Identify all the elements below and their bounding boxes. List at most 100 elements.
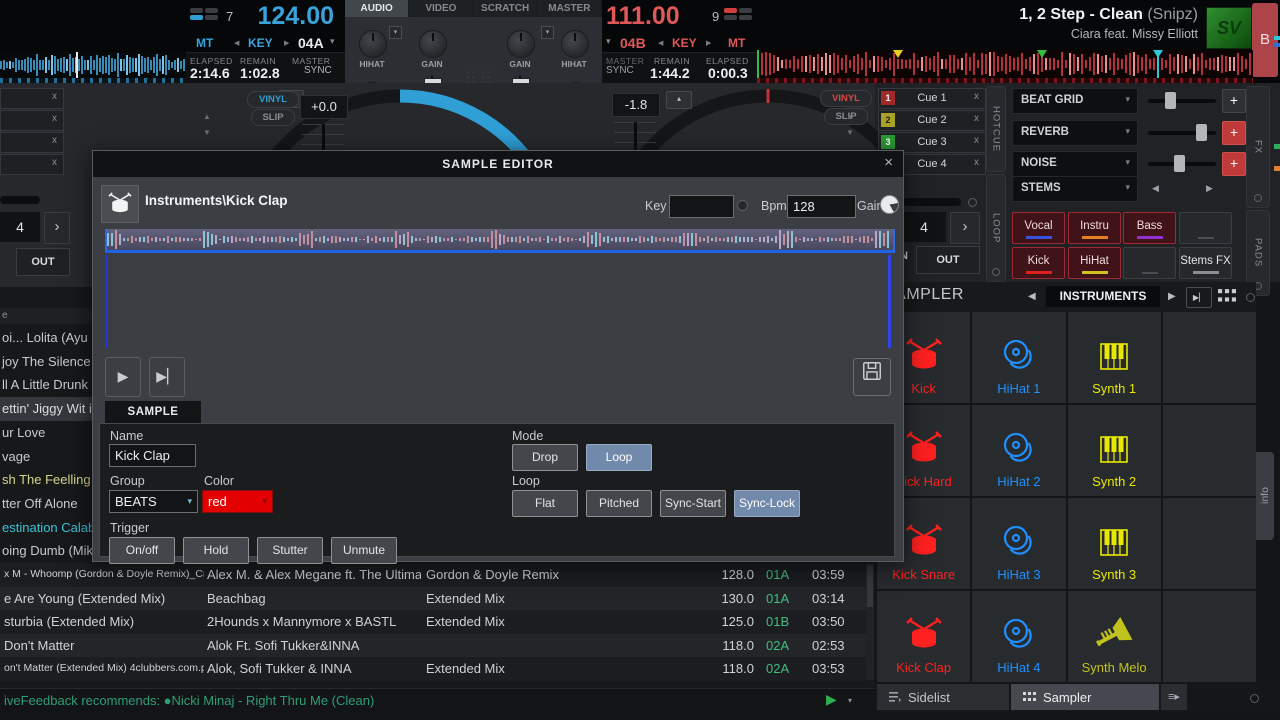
- mode-button-loop[interactable]: Loop: [586, 444, 652, 471]
- status-more-icon[interactable]: ▾: [848, 696, 852, 705]
- table-row[interactable]: Don't MatterAlok Ft. Sofi Tukker&INNA118…: [0, 634, 866, 658]
- sampler-pad-hihat-1[interactable]: HiHat 1: [972, 312, 1065, 403]
- stems-dropdown[interactable]: STEMS▾: [1012, 176, 1138, 202]
- deck-a-loop-length[interactable]: 4: [0, 212, 40, 242]
- deck-b-loop-out-button[interactable]: OUT: [916, 246, 980, 274]
- tab-sidelist[interactable]: Sidelist: [877, 684, 1009, 710]
- table-row[interactable]: x M - Whoomp (Gordon & Doyle Remix)_Cmp3…: [0, 563, 866, 587]
- table-scrollbar[interactable]: [866, 563, 874, 680]
- deck-a-slot-row[interactable]: x: [0, 132, 64, 153]
- stem-button-hihat[interactable]: HiHat: [1068, 247, 1121, 279]
- slot-delete-icon[interactable]: x: [52, 113, 57, 124]
- mixer-tab-master[interactable]: MASTER: [538, 0, 602, 17]
- tab-sampler[interactable]: Sampler: [1011, 684, 1159, 710]
- deck-a-loop-slider[interactable]: [0, 196, 40, 204]
- table-row[interactable]: sturbia (Extended Mix)2Hounds x Mannymor…: [0, 610, 866, 634]
- name-input[interactable]: Kick Clap: [109, 444, 196, 467]
- hotcue-delete-icon[interactable]: x: [974, 113, 979, 124]
- mode-button-drop[interactable]: Drop: [512, 444, 578, 471]
- fx-slider-3[interactable]: [1148, 162, 1216, 166]
- deck-b-sync-button[interactable]: SYNC: [606, 65, 634, 76]
- mixer-tab-audio[interactable]: AUDIO: [345, 0, 409, 17]
- fx-slider-handle[interactable]: [1196, 124, 1207, 141]
- mixer-tab-video[interactable]: VIDEO: [409, 0, 473, 17]
- trigger-button-stutter[interactable]: Stutter: [257, 537, 323, 564]
- sidelist-item[interactable]: vage: [0, 445, 94, 469]
- stem-button-kick[interactable]: Kick: [1012, 247, 1065, 279]
- deck-b-loop-dot[interactable]: [968, 198, 977, 207]
- hotcue-delete-icon[interactable]: x: [974, 157, 979, 168]
- sampler-bank-select[interactable]: INSTRUMENTS: [1046, 286, 1160, 307]
- deck-b-loop-next-button[interactable]: ›: [950, 212, 980, 244]
- loop-button-synclock[interactable]: Sync-Lock: [734, 490, 800, 517]
- stem-button-vocal[interactable]: Vocal: [1012, 212, 1065, 244]
- deck-a-waveform[interactable]: [0, 52, 186, 78]
- sampler-pad-synth-2[interactable]: Synth 2: [1068, 405, 1161, 496]
- deck-b-waveform[interactable]: [757, 50, 1253, 78]
- sampler-grid-view-icon[interactable]: [1218, 289, 1236, 308]
- loop-button-flat[interactable]: Flat: [512, 490, 578, 517]
- deck-b-down-icon[interactable]: ▼: [846, 128, 854, 137]
- deck-a-key-chevron-icon[interactable]: ▾: [330, 36, 335, 47]
- sampler-skip-button[interactable]: ▶▏: [1186, 287, 1212, 308]
- color-select[interactable]: red▾: [202, 490, 273, 513]
- stem-button-empty[interactable]: [1123, 247, 1176, 279]
- sampler-pad-hihat-4[interactable]: HiHat 4: [972, 591, 1065, 682]
- trigger-button-onoff[interactable]: On/off: [109, 537, 175, 564]
- fx-slider-handle[interactable]: [1174, 155, 1185, 172]
- table-row[interactable]: on't Matter (Extended Mix) 4clubbers.com…: [0, 657, 866, 681]
- loop-button-pitched[interactable]: Pitched: [586, 490, 652, 517]
- hotcue-row-1[interactable]: 1Cue 1x: [878, 88, 986, 109]
- fx-slot-dropdown-3[interactable]: NOISE▾: [1012, 151, 1138, 177]
- hotcue-strip[interactable]: HOTCUE: [986, 86, 1006, 172]
- deck-b-key-up-icon[interactable]: ▶: [706, 39, 711, 47]
- sidelist-item[interactable]: oing Dumb (Mik: [0, 539, 94, 563]
- sampler-pad-synth-1[interactable]: Synth 1: [1068, 312, 1161, 403]
- trigger-button-hold[interactable]: Hold: [183, 537, 249, 564]
- gain-knob[interactable]: [880, 195, 899, 214]
- deck-a-down-icon[interactable]: ▼: [203, 128, 211, 137]
- deck-a-sync-button[interactable]: SYNC: [304, 65, 332, 76]
- sidelist-item[interactable]: estination Calab: [0, 516, 94, 540]
- fx-slot-dropdown-1[interactable]: BEAT GRID▾: [1012, 88, 1138, 114]
- sample-play-button[interactable]: ▶: [105, 357, 141, 397]
- sampler-pad-kick-clap[interactable]: Kick Clap: [877, 591, 970, 682]
- deck-a-slot-row[interactable]: x: [0, 88, 64, 109]
- deck-b-key-down-icon[interactable]: ◀: [658, 39, 663, 47]
- deck-a-vinyl-button[interactable]: VINYL: [247, 91, 299, 108]
- fx-slider-1[interactable]: [1148, 99, 1216, 103]
- sample-skip-end-button[interactable]: ▶▏: [149, 357, 185, 397]
- deck-b-key-value[interactable]: 04B: [620, 35, 646, 51]
- fx-activate-button-1[interactable]: +: [1222, 89, 1246, 113]
- stem-button-instru[interactable]: Instru: [1068, 212, 1121, 244]
- status-play-icon[interactable]: ▶: [826, 691, 837, 708]
- deck-a-loop-out-button[interactable]: OUT: [16, 248, 70, 276]
- fx-slider-handle[interactable]: [1165, 92, 1176, 109]
- panel-expand-button[interactable]: ≡▸: [1161, 684, 1187, 710]
- bottom-dot[interactable]: [1250, 694, 1259, 703]
- hotcue-delete-icon[interactable]: x: [974, 91, 979, 102]
- deck-a-slot-row[interactable]: x: [0, 154, 64, 175]
- bpm-input[interactable]: 128: [787, 195, 856, 218]
- hotcue-row-2[interactable]: 2Cue 2x: [878, 110, 986, 131]
- stems-prev-icon[interactable]: ◀: [1152, 183, 1159, 194]
- deck-a-slip-button[interactable]: SLIP: [251, 109, 295, 126]
- deck-b-mt-button[interactable]: MT: [728, 36, 745, 50]
- mixer-tab-scratch[interactable]: SCRATCH: [474, 0, 538, 17]
- stem-button-bass[interactable]: Bass: [1123, 212, 1176, 244]
- sidelist-item[interactable]: sh The Feelling: [0, 468, 94, 492]
- trigger-button-unmute[interactable]: Unmute: [331, 537, 397, 564]
- sidelist-item[interactable]: oi... Lolita (Ayu: [0, 326, 94, 350]
- deck-a-up-icon[interactable]: ▲: [203, 112, 211, 121]
- hihat-knob-right[interactable]: [561, 30, 589, 58]
- sampler-bank-prev-icon[interactable]: ◀: [1028, 291, 1036, 302]
- slot-delete-icon[interactable]: x: [52, 157, 57, 168]
- tab-sample[interactable]: SAMPLE: [105, 401, 201, 423]
- deck-a-pitch-value[interactable]: +0.0: [300, 95, 348, 119]
- fx-activate-button-2[interactable]: +: [1222, 121, 1246, 145]
- deck-b-pitch-value[interactable]: -1.8: [612, 93, 660, 117]
- deck-a-mt-button[interactable]: MT: [196, 36, 213, 50]
- save-button[interactable]: [853, 358, 891, 396]
- hotcue-name[interactable]: Cue 1: [879, 89, 985, 108]
- deck-b-loop-length[interactable]: 4: [902, 212, 946, 242]
